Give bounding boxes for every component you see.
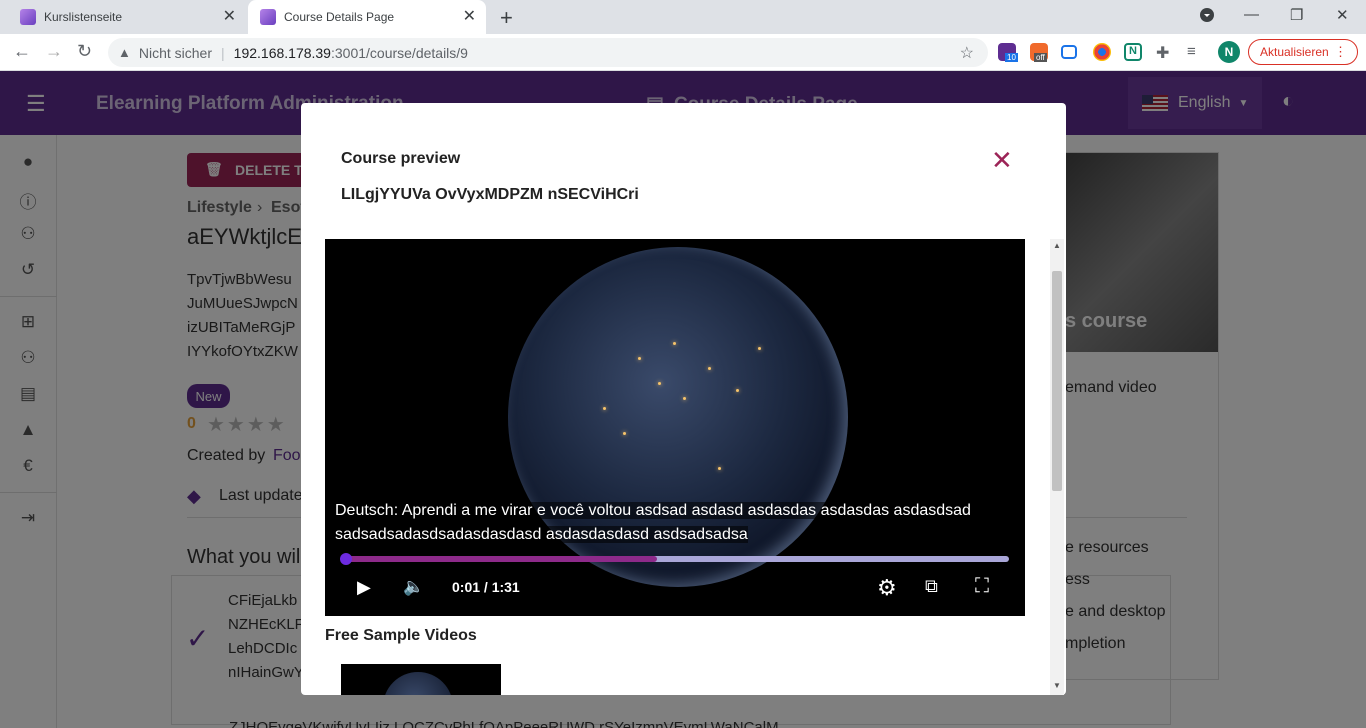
video-player[interactable]: Deutsch: Aprendi a me virar e você volto… [325, 239, 1025, 616]
close-tab-icon[interactable]: ✕ [223, 9, 236, 25]
progress-played [344, 556, 657, 562]
forward-icon[interactable]: → [45, 41, 63, 62]
volume-icon[interactable]: 🔈 [403, 577, 424, 597]
dialog-scrollbar[interactable]: ▲ ▼ [1050, 239, 1064, 695]
tab-title: Kurslistenseite [44, 10, 123, 24]
city-light [736, 389, 739, 392]
extension-icon[interactable]: off [1030, 43, 1048, 62]
settings-gear-icon[interactable]: ⚙ [877, 575, 897, 601]
tab-title: Course Details Page [284, 10, 395, 24]
tab-course-details[interactable]: Course Details Page ✕ [248, 0, 486, 34]
minimize-icon[interactable]: — [1244, 6, 1259, 23]
warning-icon[interactable]: ▲ [118, 45, 131, 60]
profile-menu-icon[interactable] [1200, 8, 1214, 26]
fullscreen-icon[interactable]: ⛶ [975, 575, 989, 598]
back-icon[interactable]: ← [13, 41, 31, 62]
tab-strip: Kurslistenseite ✕ Course Details Page ✕ … [0, 0, 1366, 34]
subtitle-line: sadsadsadasdsadasdasdasd asdasdasdasd as… [335, 526, 748, 543]
close-icon[interactable]: ✕ [991, 145, 1013, 176]
restore-icon[interactable]: ❐ [1290, 6, 1303, 24]
profile-avatar[interactable]: N [1218, 41, 1240, 63]
course-preview-dialog: Course preview LILgjYYUVa OvVyxMDPZM nSE… [301, 103, 1066, 695]
divider: | [221, 44, 225, 61]
extension-badge: off [1034, 53, 1047, 62]
scroll-down-icon[interactable]: ▼ [1053, 681, 1061, 690]
city-light [603, 407, 606, 410]
security-label[interactable]: Nicht sicher [139, 45, 212, 61]
video-time: 0:01 / 1:31 [452, 579, 520, 595]
extension-icon[interactable]: 10 [998, 43, 1018, 62]
new-tab-icon[interactable]: + [500, 5, 513, 31]
sample-video-thumbnail[interactable] [341, 664, 501, 695]
city-light [638, 357, 641, 360]
extension-icon[interactable] [1093, 43, 1111, 61]
media-control-icon[interactable]: ≡ [1187, 43, 1205, 61]
city-light [683, 397, 686, 400]
bookmark-star-icon[interactable]: ☆ [960, 43, 974, 63]
scrollbar-thumb[interactable] [1052, 271, 1062, 491]
reload-icon[interactable]: ↻ [77, 41, 92, 62]
browser-toolbar: ← → ↻ ▲ Nicht sicher | 192.168.178.39 :3… [0, 34, 1366, 71]
browser-window: Kurslistenseite ✕ Course Details Page ✕ … [0, 0, 1366, 728]
free-sample-heading: Free Sample Videos [325, 627, 477, 644]
course-name: LILgjYYUVa OvVyxMDPZM nSECViHCri [341, 186, 639, 203]
play-icon[interactable]: ▶ [357, 577, 371, 598]
city-light [758, 347, 761, 350]
favicon-icon [260, 9, 276, 25]
extension-icon[interactable] [1061, 45, 1077, 59]
extension-badge: 10 [1005, 53, 1018, 62]
video-progress-bar[interactable] [340, 553, 1009, 565]
close-tab-icon[interactable]: ✕ [463, 9, 476, 25]
update-button[interactable]: Aktualisieren ⋮ [1248, 39, 1358, 65]
favicon-icon [20, 9, 36, 25]
city-light [708, 367, 711, 370]
address-bar[interactable]: ▲ Nicht sicher | 192.168.178.39 :3001/co… [108, 38, 988, 67]
city-light [658, 382, 661, 385]
tab-kurslistenseite[interactable]: Kurslistenseite ✕ [0, 0, 246, 34]
city-light [718, 467, 721, 470]
video-subtitle: Deutsch: Aprendi a me virar e você volto… [325, 499, 1025, 547]
puzzle-extensions-icon[interactable]: ✚ [1156, 43, 1174, 62]
picture-in-picture-icon[interactable]: ⧉ [925, 576, 938, 597]
url-host: 192.168.178.39 [233, 44, 331, 61]
more-icon[interactable]: ⋮ [1334, 44, 1347, 60]
close-window-icon[interactable]: ✕ [1336, 6, 1349, 24]
progress-handle[interactable] [340, 553, 352, 565]
subtitle-line: Deutsch: Aprendi a me virar e você volto… [335, 502, 971, 519]
city-light [673, 342, 676, 345]
extension-n-icon[interactable]: N [1124, 43, 1142, 61]
city-light [623, 432, 626, 435]
thumbnail-earth [383, 672, 453, 695]
dialog-title: Course preview [341, 150, 461, 167]
url-path: :3001/course/details/9 [330, 44, 468, 61]
update-label: Aktualisieren [1260, 45, 1329, 59]
scroll-up-icon[interactable]: ▲ [1053, 241, 1061, 250]
